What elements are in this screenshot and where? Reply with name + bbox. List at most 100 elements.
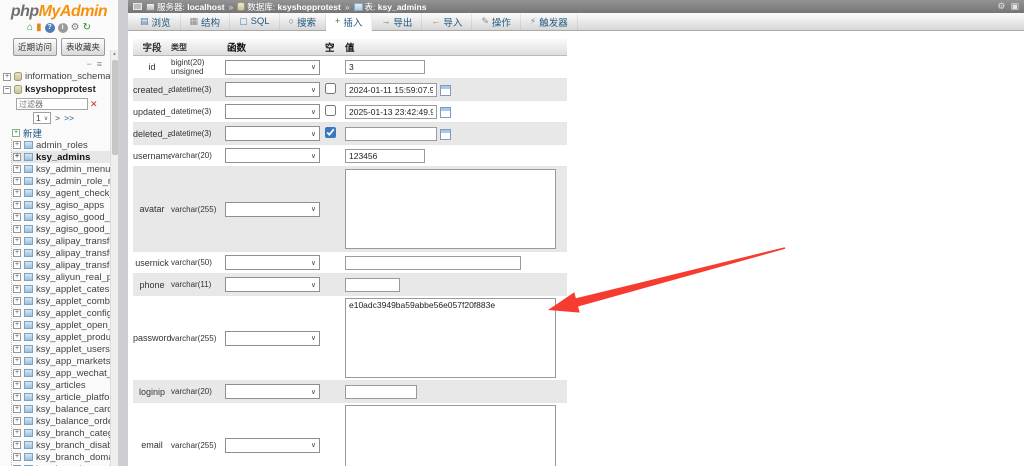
expand-icon[interactable]: + bbox=[13, 333, 21, 341]
home-icon[interactable]: ⌂ bbox=[27, 23, 33, 33]
tab-结构[interactable]: ▦结构 bbox=[181, 13, 231, 30]
expand-icon[interactable]: + bbox=[13, 357, 21, 365]
value-input[interactable] bbox=[345, 83, 437, 97]
tab-浏览[interactable]: ▤浏览 bbox=[131, 13, 181, 30]
table-list-item[interactable]: +ksy_applet_cates bbox=[12, 283, 118, 295]
function-select[interactable]: ∨ bbox=[225, 126, 320, 141]
function-select[interactable]: ∨ bbox=[225, 202, 320, 217]
table-list-item[interactable]: +ksy_alipay_transfer_pay_ bbox=[12, 259, 118, 271]
expand-icon[interactable]: + bbox=[13, 141, 21, 149]
null-checkbox[interactable] bbox=[325, 83, 336, 94]
expand-icon[interactable]: + bbox=[13, 249, 21, 257]
expand-icon[interactable]: + bbox=[13, 321, 21, 329]
expand-icon[interactable]: + bbox=[13, 153, 21, 161]
expand-icon[interactable]: + bbox=[13, 225, 21, 233]
function-select[interactable]: ∨ bbox=[225, 255, 320, 270]
scroll-up-icon[interactable]: ▲ bbox=[111, 50, 118, 58]
value-input[interactable] bbox=[345, 256, 521, 270]
expand-icon[interactable]: + bbox=[13, 369, 21, 377]
calendar-icon[interactable] bbox=[440, 129, 451, 140]
value-input[interactable] bbox=[345, 149, 425, 163]
tab-搜索[interactable]: ○搜索 bbox=[280, 13, 326, 30]
settings-icon[interactable]: ⚙ bbox=[71, 23, 80, 33]
table-list-item[interactable]: +admin_roles bbox=[12, 139, 118, 151]
tree-item-information-schema[interactable]: + information_schema bbox=[3, 70, 118, 83]
expand-icon[interactable]: + bbox=[13, 165, 21, 173]
expand-icon[interactable]: + bbox=[13, 405, 21, 413]
tab-导入[interactable]: ←导入 bbox=[422, 13, 472, 30]
table-list-item[interactable]: +ksy_applet_users bbox=[12, 343, 118, 355]
table-list-item[interactable]: +ksy_balance_cards bbox=[12, 403, 118, 415]
expand-icon[interactable]: + bbox=[13, 441, 21, 449]
table-list-item[interactable]: +ksy_admin_role_menus bbox=[12, 175, 118, 187]
tab-插入[interactable]: +插入 bbox=[326, 13, 372, 31]
function-select[interactable]: ∨ bbox=[225, 277, 320, 292]
expand-icon[interactable]: + bbox=[13, 429, 21, 437]
table-list-item[interactable]: +ksy_applet_combination_ bbox=[12, 295, 118, 307]
clear-filter-icon[interactable]: ✕ bbox=[90, 99, 98, 110]
table-list-item[interactable]: +ksy_app_wechat_login_lo bbox=[12, 367, 118, 379]
expand-icon[interactable]: + bbox=[13, 273, 21, 281]
expand-icon[interactable]: + bbox=[3, 73, 11, 81]
table-filter-input[interactable] bbox=[16, 98, 88, 110]
breadcrumb-item-ksy_admins[interactable]: 表: ksy_admins bbox=[354, 1, 427, 13]
expand-icon[interactable]: + bbox=[13, 213, 21, 221]
tree-item-ksyshopprotest[interactable]: − ksyshopprotest bbox=[3, 83, 118, 96]
sidebar-scrollbar[interactable]: ▲ bbox=[110, 50, 118, 466]
table-list-item[interactable]: +ksy_aliyun_real_person_a bbox=[12, 271, 118, 283]
table-list-item[interactable]: +ksy_agiso_good_subscrib bbox=[12, 223, 118, 235]
table-list-item[interactable]: +ksy_articles bbox=[12, 379, 118, 391]
last-page-link[interactable]: >> bbox=[64, 113, 74, 123]
table-list-item[interactable]: +ksy_applet_product_spec bbox=[12, 331, 118, 343]
value-textarea[interactable] bbox=[345, 298, 556, 378]
table-list-item[interactable]: +ksy_balance_orders bbox=[12, 415, 118, 427]
new-table-item[interactable]: + 新建 bbox=[12, 126, 118, 139]
expand-icon[interactable]: + bbox=[13, 417, 21, 425]
breadcrumb-item-localhost[interactable]: 服务器: localhost bbox=[146, 1, 225, 13]
collapse-icon[interactable]: − bbox=[3, 86, 11, 94]
function-select[interactable]: ∨ bbox=[225, 438, 320, 453]
calendar-icon[interactable] bbox=[440, 107, 451, 118]
value-input[interactable] bbox=[345, 105, 437, 119]
table-list-item[interactable]: +ksy_agiso_good_price_n bbox=[12, 211, 118, 223]
expand-icon[interactable]: + bbox=[13, 309, 21, 317]
tab-操作[interactable]: ✎操作 bbox=[472, 13, 521, 30]
table-list-item[interactable]: +ksy_admins bbox=[12, 151, 118, 163]
phpmyadmin-logo[interactable]: phpMyAdmin bbox=[0, 0, 118, 21]
function-select[interactable]: ∨ bbox=[225, 384, 320, 399]
breadcrumb-item-ksyshopprotest[interactable]: 数据库: ksyshopprotest bbox=[237, 1, 341, 13]
table-list-item[interactable]: +ksy_branch_disable_dom bbox=[12, 439, 118, 451]
table-list-item[interactable]: +ksy_article_platform_ann bbox=[12, 391, 118, 403]
favorite-tables-button[interactable]: 表收藏夹 bbox=[61, 38, 105, 56]
table-list-item[interactable]: +ksy_alipay_transfer_pay_ bbox=[12, 247, 118, 259]
tab-触发器[interactable]: ⚡触发器 bbox=[521, 13, 578, 30]
table-list-item[interactable]: +ksy_applet_configs bbox=[12, 307, 118, 319]
calendar-icon[interactable] bbox=[440, 85, 451, 96]
preferences-gear-icon[interactable]: ⚙ bbox=[997, 2, 1005, 11]
table-list-item[interactable]: +ksy_agent_check_price_s bbox=[12, 187, 118, 199]
value-textarea[interactable] bbox=[345, 405, 556, 466]
expand-icon[interactable]: + bbox=[13, 189, 21, 197]
table-list-item[interactable]: +ksy_admin_menus bbox=[12, 163, 118, 175]
table-list-item[interactable]: +ksy_agiso_apps bbox=[12, 199, 118, 211]
value-input[interactable] bbox=[345, 60, 425, 74]
panel-menu-icon[interactable]: ≡ bbox=[97, 60, 102, 68]
function-select[interactable]: ∨ bbox=[225, 60, 320, 75]
expand-icon[interactable]: + bbox=[13, 393, 21, 401]
expand-icon[interactable]: + bbox=[13, 345, 21, 353]
table-list-item[interactable]: +ksy_branch_domain_suff bbox=[12, 451, 118, 463]
function-select[interactable]: ∨ bbox=[225, 82, 320, 97]
tab-SQL[interactable]: ▢SQL bbox=[230, 13, 280, 30]
new-table-link[interactable]: 新建 bbox=[23, 126, 42, 139]
value-textarea[interactable] bbox=[345, 169, 556, 249]
value-input[interactable] bbox=[345, 278, 400, 292]
help-icon[interactable]: ? bbox=[45, 23, 55, 33]
recent-tables-button[interactable]: 近期访问 bbox=[13, 38, 57, 56]
value-input[interactable] bbox=[345, 127, 437, 141]
table-list-item[interactable]: +ksy_applet_open_id_sess bbox=[12, 319, 118, 331]
table-list-item[interactable]: +ksy_alipay_transfer_pays bbox=[12, 235, 118, 247]
expand-icon[interactable]: + bbox=[13, 453, 21, 461]
expand-icon[interactable]: + bbox=[13, 201, 21, 209]
expand-icon[interactable]: + bbox=[13, 237, 21, 245]
value-input[interactable] bbox=[345, 385, 417, 399]
